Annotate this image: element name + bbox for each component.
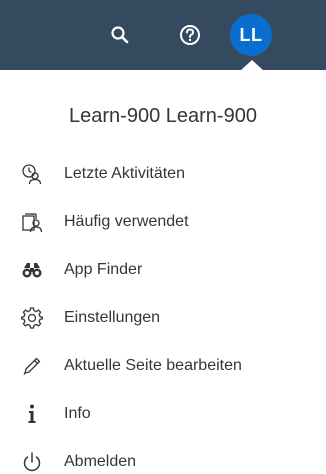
menu-item-label: Info bbox=[64, 405, 91, 422]
user-avatar-button[interactable]: LL bbox=[230, 14, 272, 56]
menu-item-label: Abmelden bbox=[64, 453, 137, 470]
app-finder-binoculars-icon bbox=[20, 258, 44, 282]
settings-gear-icon bbox=[20, 306, 44, 330]
user-menu-list: Letzte Aktivitäten Häufig verwendet App … bbox=[0, 150, 326, 474]
menu-item-logout[interactable]: Abmelden bbox=[0, 438, 326, 474]
help-button[interactable] bbox=[174, 19, 206, 51]
menu-item-label: Letzte Aktivitäten bbox=[64, 165, 185, 182]
menu-item-label: Häufig verwendet bbox=[64, 213, 189, 230]
search-icon bbox=[111, 26, 129, 44]
help-icon bbox=[180, 25, 200, 45]
menu-item-label: Aktuelle Seite bearbeiten bbox=[64, 357, 242, 374]
menu-item-info[interactable]: Info bbox=[0, 390, 326, 438]
frequently-used-icon bbox=[20, 210, 44, 234]
menu-item-label: App Finder bbox=[64, 261, 143, 278]
avatar-initials: LL bbox=[239, 24, 263, 45]
logout-power-icon bbox=[20, 450, 44, 474]
menu-item-recent-activities[interactable]: Letzte Aktivitäten bbox=[0, 150, 326, 198]
menu-item-edit-current-page[interactable]: Aktuelle Seite bearbeiten bbox=[0, 342, 326, 390]
recent-activity-icon bbox=[20, 162, 44, 186]
info-icon bbox=[20, 402, 44, 426]
popover-caret bbox=[240, 60, 264, 71]
search-button[interactable] bbox=[104, 19, 136, 51]
menu-item-settings[interactable]: Einstellungen bbox=[0, 294, 326, 342]
username: Learn-900 Learn-900 bbox=[69, 105, 257, 127]
edit-pencil-icon bbox=[20, 354, 44, 378]
menu-item-frequently-used[interactable]: Häufig verwendet bbox=[0, 198, 326, 246]
menu-item-app-finder[interactable]: App Finder bbox=[0, 246, 326, 294]
shell-bar: LL bbox=[0, 0, 326, 71]
menu-item-label: Einstellungen bbox=[64, 309, 161, 326]
user-menu-popover: Learn-900 Learn-900 Letzte Aktivitäten H… bbox=[0, 71, 326, 474]
